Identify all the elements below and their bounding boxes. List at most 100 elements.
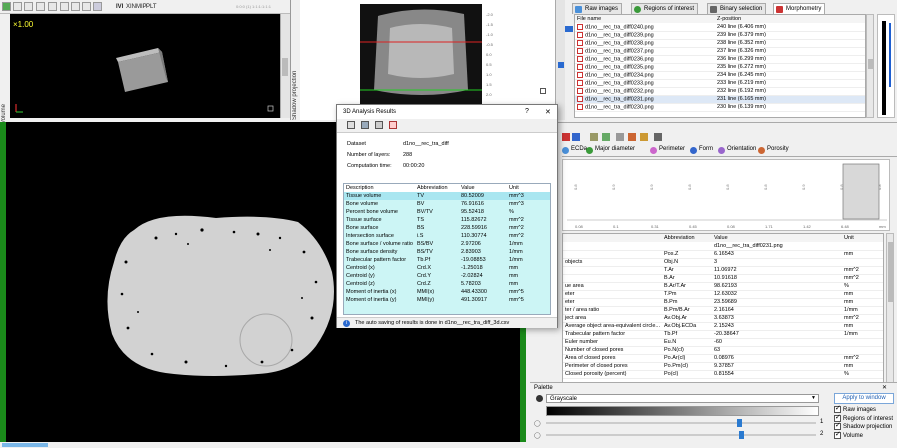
col-unit[interactable]: Unit (507, 184, 550, 192)
slider1-track[interactable] (546, 419, 816, 427)
file-row[interactable]: d1no__rec_tra_diff0238.png 238 line (6.35… (575, 39, 865, 48)
dialog-titlebar[interactable]: 3D Analysis Results ? ✕ (337, 105, 557, 119)
check-shadow-projection[interactable]: Shadow projection (834, 421, 893, 432)
tab-porosity[interactable]: Porosity (758, 146, 789, 156)
morph-row[interactable]: d1no__rec_tra_diff0231.png (563, 242, 883, 251)
morph-tool-icon-5[interactable] (616, 133, 624, 141)
tab-orientation[interactable]: Orientation (718, 146, 756, 156)
print-icon[interactable] (375, 121, 383, 129)
morph-row[interactable]: eter B.Pm 23.59689 mm (563, 298, 883, 307)
morph-row[interactable]: Number of closed pores Po.N(cl) 63 (563, 346, 883, 355)
save-icon[interactable] (361, 121, 369, 129)
result-row[interactable]: Bone surface density BS/TV 2.83903 1/mm (344, 248, 550, 256)
col-file-name[interactable]: File name (575, 15, 715, 23)
dialog-results-table[interactable]: Description Abbreviation Value Unit Tiss… (343, 183, 551, 315)
morph-tool-icon-4[interactable] (602, 133, 610, 141)
col-value[interactable]: Value (712, 234, 842, 242)
slider1-lock-icon[interactable]: ◯ (534, 420, 541, 427)
result-row[interactable]: Tissue surface TS 115.82672 mm^2 (344, 216, 550, 224)
file-row[interactable]: d1no__rec_tra_diff0233.png 233 line (6.21… (575, 79, 865, 88)
morph-scroll-thumb[interactable] (888, 242, 893, 302)
file-row[interactable]: d1no__rec_tra_diff0237.png 237 line (6.32… (575, 47, 865, 56)
col-unit[interactable]: Unit (842, 234, 883, 242)
view-layout-icon[interactable] (2, 2, 11, 11)
palette-select[interactable]: Grayscale ▼ (546, 394, 819, 403)
morph-row[interactable]: eter T.Pm 12.63032 mm (563, 290, 883, 299)
cube-top-icon[interactable] (93, 2, 102, 11)
tab-morphometry[interactable]: Morphometry (773, 3, 826, 14)
morph-tool-icon-2[interactable] (572, 133, 580, 141)
result-row[interactable]: Intersection surface i.S 110.30774 mm^2 (344, 232, 550, 240)
morph-row[interactable]: Euler number Eu.N -60 (563, 338, 883, 347)
morph-row[interactable]: ue area B.Ar/T.Ar 98.62193% (563, 282, 883, 291)
check-raw-images[interactable]: Raw images (834, 404, 893, 415)
morph-tool-icon-1[interactable] (562, 133, 570, 141)
morph-row[interactable]: objects Obj.N 3 (563, 258, 883, 267)
grid-view-icon[interactable] (24, 2, 33, 11)
result-row[interactable]: Percent bone volume BV/TV 95.52418% (344, 208, 550, 216)
slider2-track[interactable] (546, 431, 816, 439)
slider1-thumb[interactable] (736, 419, 742, 427)
morph-tool-icon-8[interactable] (654, 133, 662, 141)
histogram[interactable]: 0.08 0.8 0.1 0.9 0.31 0.9 0.45 0.8 0.08 0.8 1.71 0.… (562, 159, 890, 231)
tab-perimeter[interactable]: Perimeter (650, 146, 685, 156)
col-z-position[interactable]: Z-position (715, 15, 865, 23)
file-row[interactable]: d1no__rec_tra_diff0240.png 240 line (6.40… (575, 23, 865, 32)
split-view-icon[interactable] (13, 2, 22, 11)
result-row[interactable]: Tissue volume TV 80.52009 mm^3 (344, 192, 550, 200)
result-row[interactable]: Centroid (z) Crd.Z 5.78203 mm (344, 280, 550, 288)
morph-row[interactable]: T.Ar 11.06972 mm^2 (563, 266, 883, 275)
cube-side-icon[interactable] (82, 2, 91, 11)
result-row[interactable]: Bone surface / volume ratio BS/BV 2.97206 1… (344, 240, 550, 248)
file-list[interactable]: File name Z-position d1no__rec_tra_diff02… (574, 14, 866, 118)
morph-results-table[interactable]: Abbreviation Value Unit d1no__rec_tra_di… (562, 233, 884, 383)
morph-row[interactable]: ter / area ratio B.Pm/B.Ar 2.16164 1/mm (563, 306, 883, 315)
result-row[interactable]: Moment of inertia (x) MMI(x) 448.43300 mm^5 (344, 288, 550, 296)
mode-ivi-button[interactable]: IVI (116, 4, 123, 10)
morph-row[interactable]: Closed porosity (percent) Po(cl) 0.81554% (563, 370, 883, 379)
tab-regions-of-interest[interactable]: Regions of interest (631, 3, 699, 14)
file-scroll-thumb[interactable] (868, 59, 873, 69)
volume-scrollbar[interactable] (280, 14, 290, 118)
palette-invert-icon[interactable] (536, 395, 543, 402)
col-description[interactable]: Description (344, 184, 415, 192)
result-row[interactable]: Trabecular pattern factor Tb.Pf -19.08853 1… (344, 256, 550, 264)
col-abbreviation[interactable]: Abbreviation (662, 234, 712, 242)
morph-row[interactable]: Area of closed pores Po.Ar(cl) 0.08976 mm^2 (563, 354, 883, 363)
checkbox[interactable] (834, 430, 841, 439)
morph-tool-icon-7[interactable] (640, 133, 648, 141)
result-row[interactable]: Centroid (x) Crd.X -1.25018 mm (344, 264, 550, 272)
tab-raw-images[interactable]: Raw images (572, 3, 623, 14)
slice-hscroll-thumb[interactable] (2, 443, 48, 447)
slider2-thumb[interactable] (739, 431, 745, 439)
morph-scrollbar[interactable] (886, 233, 894, 383)
check-volume[interactable]: Volume (834, 430, 893, 441)
shadow-scroll-marker[interactable] (558, 62, 564, 68)
shadow-viewport[interactable] (360, 4, 482, 106)
morph-row[interactable]: ject area Av.Obj.Ar 3.63873 mm^2 (563, 314, 883, 323)
result-row[interactable]: Centroid (y) Crd.Y -2.02824 mm (344, 272, 550, 280)
histogram-selected-bin[interactable] (842, 163, 880, 220)
file-row[interactable]: d1no__rec_tra_diff0239.png 239 line (6.37… (575, 31, 865, 40)
fit-icon[interactable] (48, 2, 57, 11)
morph-row[interactable]: Pos.Z 6.16543 mm (563, 250, 883, 259)
file-row[interactable]: d1no__rec_tra_diff0236.png 236 line (6.29… (575, 55, 865, 64)
tab-form[interactable]: Form (690, 146, 713, 156)
cube-front-icon[interactable] (71, 2, 80, 11)
volume-scroll-thumb[interactable] (282, 58, 288, 76)
file-list-scrollbar[interactable] (866, 14, 874, 118)
result-row[interactable]: Moment of inertia (y) MMI(y) 491.30917 mm^5 (344, 296, 550, 304)
mode-plt-button[interactable]: PLT (146, 4, 157, 10)
dialog-close-button[interactable]: ✕ (545, 108, 551, 116)
tab-major-diameter[interactable]: Major diameter (586, 146, 635, 156)
tab-ecda[interactable]: ECDa (562, 146, 587, 156)
export-icon[interactable] (389, 121, 397, 129)
shadow-corner-icon[interactable] (540, 88, 546, 94)
check-regions-of-interest[interactable]: Regions of interest (834, 413, 893, 424)
morph-tool-icon-6[interactable] (628, 133, 636, 141)
open-icon[interactable] (347, 121, 355, 129)
morph-row[interactable]: Average object area-equivalent circle...… (563, 322, 883, 331)
file-row[interactable]: d1no__rec_tra_diff0235.png 235 line (6.27… (575, 63, 865, 72)
col-description[interactable] (563, 234, 662, 242)
rotate-icon[interactable] (36, 2, 45, 11)
